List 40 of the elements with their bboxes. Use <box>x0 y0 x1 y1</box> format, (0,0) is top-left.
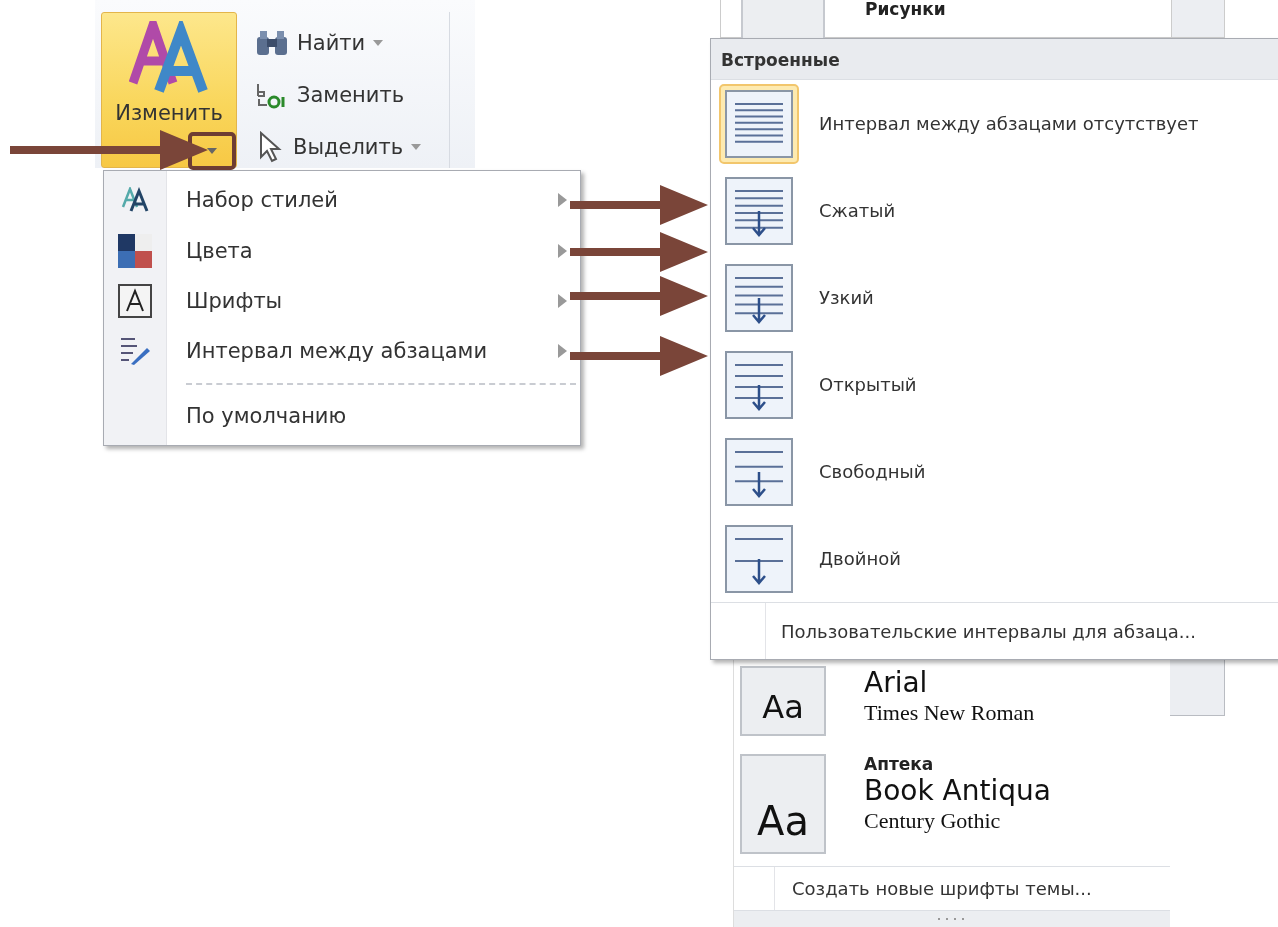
change-styles-button[interactable]: Изменить <box>101 12 237 168</box>
menu-item[interactable]: Пользовательские интервалы для абзаца... <box>711 602 1278 659</box>
body-font-name: Times New Roman <box>864 699 1035 726</box>
paragraph-spacing-icon <box>119 336 151 367</box>
spacing-preset-icon <box>725 176 793 245</box>
gallery-option[interactable]: Сжатый <box>711 167 1278 254</box>
font-preview[interactable]: Aa <box>740 666 826 736</box>
spacing-preset-icon <box>725 350 793 419</box>
menu-item[interactable]: Шрифты <box>104 275 580 327</box>
menu-item[interactable]: Набор стилей <box>104 175 580 226</box>
gallery-option[interactable]: Свободный <box>711 428 1278 515</box>
section-heading: Встроенные <box>711 39 1278 80</box>
colors-icon <box>118 233 152 268</box>
body-font-name: Century Gothic <box>864 807 1002 834</box>
spacing-preset-icon <box>725 263 793 332</box>
menu-item[interactable]: Цвета <box>104 225 580 276</box>
styles-icon <box>121 187 149 214</box>
gallery-option[interactable]: Открытый <box>711 341 1278 428</box>
gallery-scrollbar[interactable] <box>1171 0 1224 37</box>
gallery-option[interactable]: Двойной <box>711 515 1278 602</box>
fonts-icon <box>118 284 152 318</box>
menu-item[interactable]: Интервал между абзацами <box>104 326 580 377</box>
ribbon-command-button[interactable]: Выделить <box>255 126 422 168</box>
font-preview[interactable]: Aa <box>740 754 826 854</box>
theme-name: Аптека <box>864 754 935 774</box>
spacing-preset-icon <box>725 524 793 593</box>
ribbon-command-button[interactable]: Заменить <box>255 74 422 116</box>
menu-item[interactable]: Создать новые шрифты темы... <box>734 866 1170 911</box>
heading-font-name: Arial <box>864 666 929 700</box>
gallery-option[interactable]: Узкий <box>711 254 1278 341</box>
binoculars-icon <box>255 29 289 57</box>
resize-grip-icon[interactable] <box>937 917 967 922</box>
menu-item[interactable]: По умолчанию <box>104 390 580 442</box>
spacing-preset-icon <box>725 437 793 506</box>
theme-name: Рисунки <box>865 0 946 21</box>
ribbon-command-button[interactable]: Найти <box>255 22 422 64</box>
spacing-preset-icon <box>725 89 793 158</box>
styles-icon <box>129 21 209 95</box>
heading-font-name: Book Antiqua <box>864 774 1051 808</box>
gallery-option[interactable]: Интервал между абзацами отсутствует <box>711 80 1278 167</box>
